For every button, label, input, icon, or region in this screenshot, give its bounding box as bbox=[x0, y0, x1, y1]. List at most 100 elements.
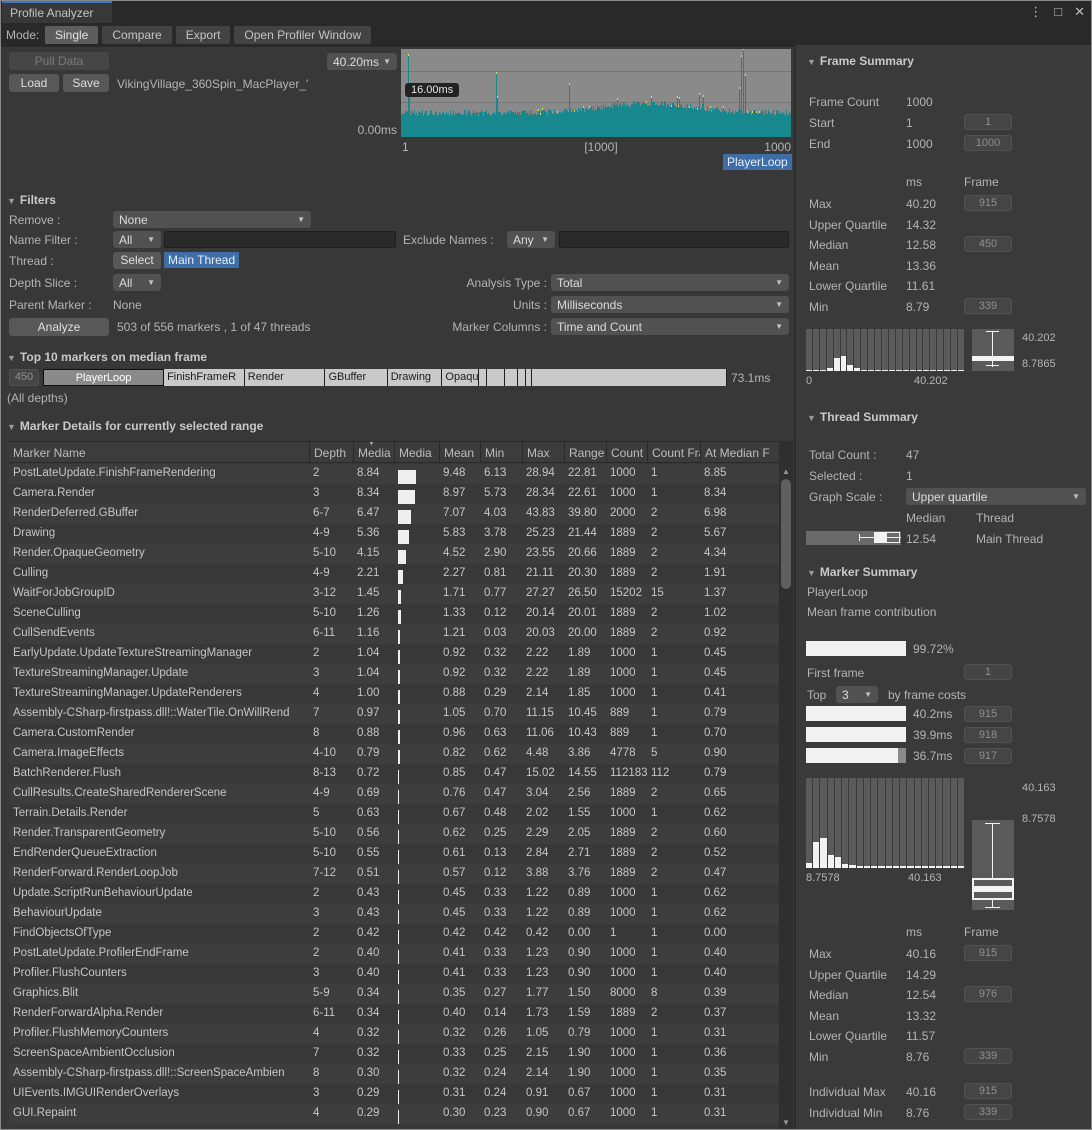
goto-frame-button[interactable]: 339 bbox=[964, 1104, 1012, 1120]
table-row[interactable]: TextureStreamingManager.UpdateRenderers4… bbox=[9, 684, 779, 704]
table-row[interactable]: Graphics.Blit5-90.340.350.271.771.508000… bbox=[9, 984, 779, 1004]
frame-summary-header[interactable]: ▼Frame Summary bbox=[807, 54, 914, 68]
thread-summary-header[interactable]: ▼Thread Summary bbox=[807, 410, 918, 424]
top10-segment-playerloop[interactable]: PlayerLoop bbox=[43, 369, 164, 386]
table-row[interactable]: BatchRenderer.Flush8-130.720.850.4715.02… bbox=[9, 764, 779, 784]
table-row[interactable]: UIEvents.IMGUIRenderOverlays30.290.310.2… bbox=[9, 1084, 779, 1104]
table-row[interactable]: CullResults.CreateSharedRendererScene4-9… bbox=[9, 784, 779, 804]
top-n-dropdown[interactable]: 3▼ bbox=[836, 686, 878, 703]
table-row[interactable]: TextureStreamingManager.Update31.040.920… bbox=[9, 664, 779, 684]
mode-tab-single[interactable]: Single bbox=[45, 26, 98, 44]
column-header-2[interactable]: Media▼ bbox=[353, 442, 394, 462]
top10-segment-finishframer[interactable]: FinishFrameR bbox=[164, 369, 245, 386]
table-row[interactable]: PostLateUpdate.ProfilerEndFrame20.400.41… bbox=[9, 944, 779, 964]
range-dropdown[interactable]: 40.20ms▼ bbox=[327, 53, 397, 70]
depth-slice-dropdown[interactable]: All▼ bbox=[113, 274, 161, 291]
selected-marker-label[interactable]: PlayerLoop bbox=[723, 154, 792, 170]
scroll-down-icon[interactable]: ▼ bbox=[779, 1118, 793, 1127]
table-row[interactable]: Render.TransparentGeometry5-100.560.620.… bbox=[9, 824, 779, 844]
table-row[interactable]: Culling4-92.212.270.8121.1120.30188921.9… bbox=[9, 564, 779, 584]
goto-frame-button[interactable]: 918 bbox=[964, 727, 1012, 743]
table-row[interactable]: SceneCulling5-101.261.330.1220.1420.0118… bbox=[9, 604, 779, 624]
goto-frame-button[interactable]: 915 bbox=[964, 706, 1012, 722]
analyze-button[interactable]: Analyze bbox=[9, 318, 109, 336]
table-row[interactable]: Drawing4-95.365.833.7825.2321.44188925.6… bbox=[9, 524, 779, 544]
table-row[interactable]: RenderDeferred.GBuffer6-76.477.074.0343.… bbox=[9, 504, 779, 524]
top10-segment-11[interactable] bbox=[532, 369, 727, 386]
marker-summary-boxplot[interactable] bbox=[972, 820, 1014, 910]
frame-summary-boxplot[interactable] bbox=[972, 329, 1014, 371]
close-icon[interactable]: ✕ bbox=[1074, 4, 1085, 20]
goto-frame-button[interactable]: 915 bbox=[964, 945, 1012, 961]
table-row[interactable]: WaitForJobGroupID3-121.451.710.7727.2726… bbox=[9, 584, 779, 604]
table-row[interactable]: PostLateUpdate.FinishFrameRendering28.84… bbox=[9, 464, 779, 484]
column-header-10[interactable]: At Median F bbox=[700, 442, 779, 462]
column-header-3[interactable]: Media bbox=[394, 442, 439, 462]
table-row[interactable]: Profiler.FlushCounters30.400.410.331.230… bbox=[9, 964, 779, 984]
thread-value[interactable]: Main Thread bbox=[164, 252, 239, 268]
tab-profile-analyzer[interactable]: Profile Analyzer bbox=[2, 1, 112, 23]
top10-segment-opaqu[interactable]: Opaqu bbox=[442, 369, 478, 386]
analysis-type-dropdown[interactable]: Total▼ bbox=[551, 274, 789, 291]
frame-time-chart[interactable]: 16.00ms bbox=[401, 49, 791, 137]
column-header-8[interactable]: Count bbox=[606, 442, 647, 462]
mode-tab-export[interactable]: Export bbox=[176, 26, 231, 44]
exclude-mode-dropdown[interactable]: Any▼ bbox=[507, 231, 555, 248]
top10-stacked-bar[interactable]: PlayerLoopFinishFrameRRenderGBufferDrawi… bbox=[43, 369, 727, 386]
top10-segment-render[interactable]: Render bbox=[245, 369, 326, 386]
units-dropdown[interactable]: Milliseconds▼ bbox=[551, 296, 789, 313]
mode-tab-open-profiler-window[interactable]: Open Profiler Window bbox=[234, 26, 371, 44]
remove-dropdown[interactable]: None▼ bbox=[113, 211, 311, 228]
table-row[interactable]: RenderForward.RenderLoopJob7-120.510.570… bbox=[9, 864, 779, 884]
table-row[interactable]: Assembly-CSharp-firstpass.dll!::ScreenSp… bbox=[9, 1064, 779, 1084]
goto-frame-button[interactable]: 1 bbox=[964, 114, 1012, 130]
table-row[interactable]: Assembly-CSharp-firstpass.dll!::WaterTil… bbox=[9, 704, 779, 724]
goto-frame-button[interactable]: 917 bbox=[964, 748, 1012, 764]
table-row[interactable]: Update.ScriptRunBehaviourUpdate20.430.45… bbox=[9, 884, 779, 904]
top10-segment-gbuffer[interactable]: GBuffer bbox=[325, 369, 387, 386]
goto-frame-button[interactable]: 339 bbox=[964, 1048, 1012, 1064]
goto-frame-button[interactable]: 339 bbox=[964, 298, 1012, 314]
scrollbar-thumb[interactable] bbox=[781, 479, 791, 589]
kebab-menu-icon[interactable]: ⋮ bbox=[1029, 4, 1042, 20]
save-button[interactable]: Save bbox=[63, 74, 109, 92]
goto-frame-button[interactable]: 1000 bbox=[964, 135, 1012, 151]
marker-summary-header[interactable]: ▼Marker Summary bbox=[807, 565, 917, 579]
top10-header[interactable]: ▼Top 10 markers on median frame bbox=[7, 350, 207, 364]
table-row[interactable]: Camera.Render38.348.975.7328.3422.611000… bbox=[9, 484, 779, 504]
table-row[interactable]: RenderForwardAlpha.Render6-110.340.400.1… bbox=[9, 1004, 779, 1024]
thread-range-graph[interactable] bbox=[806, 531, 901, 545]
mode-tab-compare[interactable]: Compare bbox=[102, 26, 171, 44]
table-row[interactable]: EndRenderQueueExtraction5-100.550.610.13… bbox=[9, 844, 779, 864]
column-header-7[interactable]: Range bbox=[564, 442, 606, 462]
column-header-0[interactable]: Marker Name bbox=[9, 442, 309, 462]
table-row[interactable]: BehaviourUpdate30.430.450.331.220.891000… bbox=[9, 904, 779, 924]
column-header-5[interactable]: Min bbox=[480, 442, 522, 462]
table-row[interactable]: ScreenSpaceAmbientOcclusion70.320.330.25… bbox=[9, 1044, 779, 1064]
maximize-icon[interactable]: □ bbox=[1054, 4, 1062, 20]
top10-segment-7[interactable] bbox=[487, 369, 505, 386]
goto-frame-button[interactable]: 915 bbox=[964, 1083, 1012, 1099]
filters-header[interactable]: ▼Filters bbox=[7, 193, 56, 207]
table-row[interactable]: Profiler.FlushMemoryCounters40.320.320.2… bbox=[9, 1024, 779, 1044]
marker-details-header[interactable]: ▼Marker Details for currently selected r… bbox=[7, 419, 263, 433]
goto-frame-button[interactable]: 976 bbox=[964, 986, 1012, 1002]
frame-summary-histogram[interactable] bbox=[806, 329, 964, 371]
top10-segment-9[interactable] bbox=[518, 369, 526, 386]
name-filter-input[interactable] bbox=[164, 231, 396, 248]
table-row[interactable]: Camera.ImageEffects4-100.790.820.624.483… bbox=[9, 744, 779, 764]
table-row[interactable]: GUI.Repaint40.290.300.230.900.67100010.3… bbox=[9, 1104, 779, 1124]
goto-frame-button[interactable]: 450 bbox=[964, 236, 1012, 252]
top10-segment-8[interactable] bbox=[505, 369, 518, 386]
median-frame-badge[interactable]: 450 bbox=[9, 369, 39, 386]
column-header-1[interactable]: Depth bbox=[309, 442, 353, 462]
table-row[interactable]: CullSendEvents6-111.161.210.0320.0320.00… bbox=[9, 624, 779, 644]
column-header-9[interactable]: Count Fra bbox=[647, 442, 700, 462]
column-header-4[interactable]: Mean bbox=[439, 442, 480, 462]
table-row[interactable]: EarlyUpdate.UpdateTextureStreamingManage… bbox=[9, 644, 779, 664]
marker-summary-histogram[interactable] bbox=[806, 778, 964, 868]
table-header-row[interactable]: Marker NameDepthMedia▼MediaMeanMinMaxRan… bbox=[9, 441, 779, 463]
load-button[interactable]: Load bbox=[9, 74, 59, 92]
top10-segment-drawing[interactable]: Drawing bbox=[388, 369, 443, 386]
exclude-names-input[interactable] bbox=[559, 231, 789, 248]
